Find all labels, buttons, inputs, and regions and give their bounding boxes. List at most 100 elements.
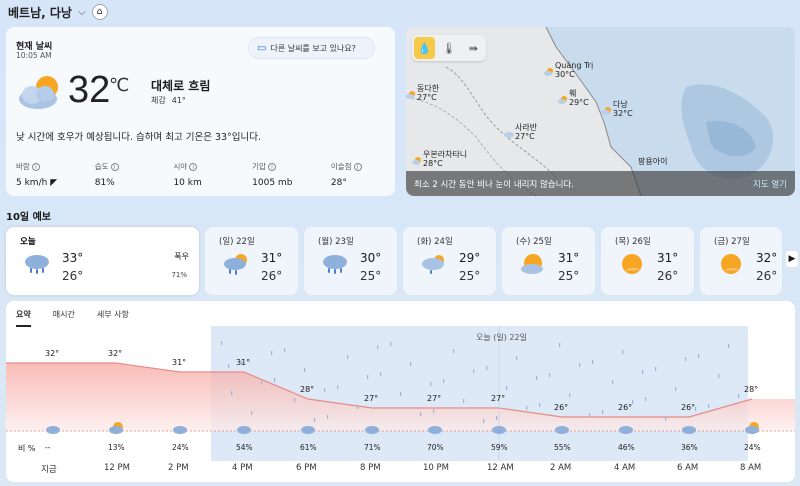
sunny-icon [622, 254, 642, 274]
stat-visibility[interactable]: 시야 i 10 km [173, 161, 252, 188]
raindrop [675, 387, 677, 391]
hourly-time[interactable]: 4 AM [614, 463, 635, 473]
hourly-time[interactable]: 12 AM [487, 463, 514, 473]
forecast-day[interactable]: (금) 27일 32° 26° [700, 227, 782, 295]
raindrop [486, 366, 488, 370]
partly-cloudy-icon [602, 107, 611, 115]
hourly-temp: 28° [744, 385, 759, 394]
raindrop [589, 413, 591, 417]
rain-icon [323, 255, 347, 274]
weather-stats: 바람 i 5 km/h ◤ 습도 i 81% 시야 i 10 km 기압 i 1005 mb 이… [16, 161, 386, 188]
raindrop [453, 349, 455, 353]
hourly-rain: 24% [172, 443, 189, 452]
raindrop [483, 419, 485, 423]
weather-icon [173, 426, 187, 434]
hourly-time[interactable]: 6 AM [677, 463, 698, 473]
raindrop [738, 394, 740, 398]
wind-layer-icon[interactable]: ⇛ [463, 37, 484, 59]
temperature-layer-icon[interactable]: 🌡 [438, 37, 459, 59]
raindrop [559, 343, 561, 347]
hourly-time[interactable]: 4 PM [232, 463, 253, 473]
weather-icon [619, 426, 633, 434]
raindrop [698, 354, 700, 358]
map-city[interactable]: 사라반 27°C [504, 123, 537, 141]
hourly-temp: 27° [427, 394, 442, 403]
hourly-time[interactable]: 8 PM [360, 463, 381, 473]
hourly-time[interactable]: 2 PM [168, 463, 189, 473]
raindrop [579, 363, 581, 367]
rain-cloud-icon [422, 255, 444, 274]
ask-other-weather-button[interactable]: ▭ 다른 날씨를 보고 있나요? [248, 37, 375, 59]
map-city[interactable]: 동다한 27°C [406, 84, 439, 102]
raindrop [324, 388, 326, 392]
raindrop [549, 373, 551, 377]
hourly-time[interactable]: 8 AM [740, 463, 761, 473]
weather-map[interactable]: 💧 🌡 ⇛ Quảng Trị 30°C 동다한 27°C 훼 29°C 다낭 32°C… [406, 27, 795, 196]
raindrop [718, 374, 720, 378]
open-map-link[interactable]: 지도 열기 [753, 178, 787, 190]
current-weather-card: 현재 날씨 10:05 AM ▭ 다른 날씨를 보고 있나요? 32 ℃ 대체로… [6, 27, 395, 196]
raindrop [347, 355, 349, 359]
chevron-right-icon[interactable]: ▶ [786, 251, 798, 267]
raindrop [473, 369, 475, 373]
raindrop [410, 362, 412, 366]
map-city[interactable]: Quảng Trị 30°C [544, 61, 593, 79]
raindrop [463, 399, 465, 403]
stat-wind[interactable]: 바람 i 5 km/h ◤ [16, 161, 95, 188]
hourly-rain: 46% [618, 443, 635, 452]
weather-icon [109, 426, 123, 434]
raindrop [314, 418, 316, 422]
raindrop [642, 370, 644, 374]
chevron-down-icon[interactable]: ⌵ [78, 7, 86, 18]
hourly-time[interactable]: 12 PM [104, 463, 130, 473]
rain-label: 비 % [18, 444, 36, 453]
precipitation-layer-icon[interactable]: 💧 [414, 37, 436, 59]
raindrop [622, 350, 624, 354]
info-icon: i [267, 162, 276, 171]
map-city[interactable]: 팡용아이 [638, 157, 667, 166]
feels-like: 체감 41° [151, 96, 186, 105]
rain-icon [25, 255, 49, 274]
map-city-danang[interactable]: 다낭 32°C [602, 100, 633, 118]
hourly-time[interactable]: 10 PM [423, 463, 449, 473]
raindrop [516, 356, 518, 360]
hourly-rain: 61% [300, 443, 317, 452]
map-city[interactable]: 훼 29°C [558, 89, 589, 107]
sunny-icon [721, 254, 741, 274]
raindrop [377, 345, 379, 349]
raindrop [274, 378, 276, 382]
forecast-day-today[interactable]: 오늘 33° 26° 폭우 71% [6, 227, 199, 295]
stat-pressure[interactable]: 기압 i 1005 mb [252, 161, 331, 188]
raindrop [433, 409, 435, 413]
day-marker: 오늘 (일) 22일 [476, 333, 527, 342]
current-condition: 대체로 흐림 [151, 79, 211, 93]
raindrop [569, 393, 571, 397]
hourly-temp: 27° [491, 394, 506, 403]
forecast-day[interactable]: (목) 26일 31° 26° [601, 227, 694, 295]
home-icon[interactable]: ⌂ [91, 4, 108, 20]
cloudy-icon [504, 132, 514, 138]
hourly-panel: 요약 매시간 세부 사항 오늘 (일) 22일 비 % 32° 32° 31° 31°… [6, 301, 795, 482]
hourly-temp: 31° [172, 358, 187, 367]
hourly-rain: 55% [554, 443, 571, 452]
raindrop [284, 348, 286, 352]
temperature-unit[interactable]: ℃ [109, 75, 129, 96]
raindrop [655, 367, 657, 371]
hourly-time[interactable]: 지금 [41, 463, 57, 475]
stat-dewpoint[interactable]: 이슬점 i 28° [331, 161, 386, 188]
map-city[interactable]: 우본라차타니 28°C [412, 150, 467, 168]
hourly-time[interactable]: 2 AM [550, 463, 571, 473]
forecast-day[interactable]: (일) 22일 31° 26° [205, 227, 298, 295]
hourly-time[interactable]: 6 PM [296, 463, 317, 473]
hourly-rain: 36% [681, 443, 698, 452]
raindrop [294, 398, 296, 402]
weather-icon [745, 426, 759, 434]
forecast-day[interactable]: (화) 24일 29° 25° [403, 227, 496, 295]
current-temperature: 32 [68, 69, 111, 111]
forecast-day[interactable]: (수) 25일 31° 25° [502, 227, 595, 295]
current-time: 10:05 AM [16, 51, 52, 60]
location-name[interactable]: 베트남, 다낭 [8, 4, 72, 21]
weather-icon [492, 426, 506, 434]
forecast-day[interactable]: (월) 23일 30° 25° [304, 227, 397, 295]
stat-humidity[interactable]: 습도 i 81% [95, 161, 174, 188]
